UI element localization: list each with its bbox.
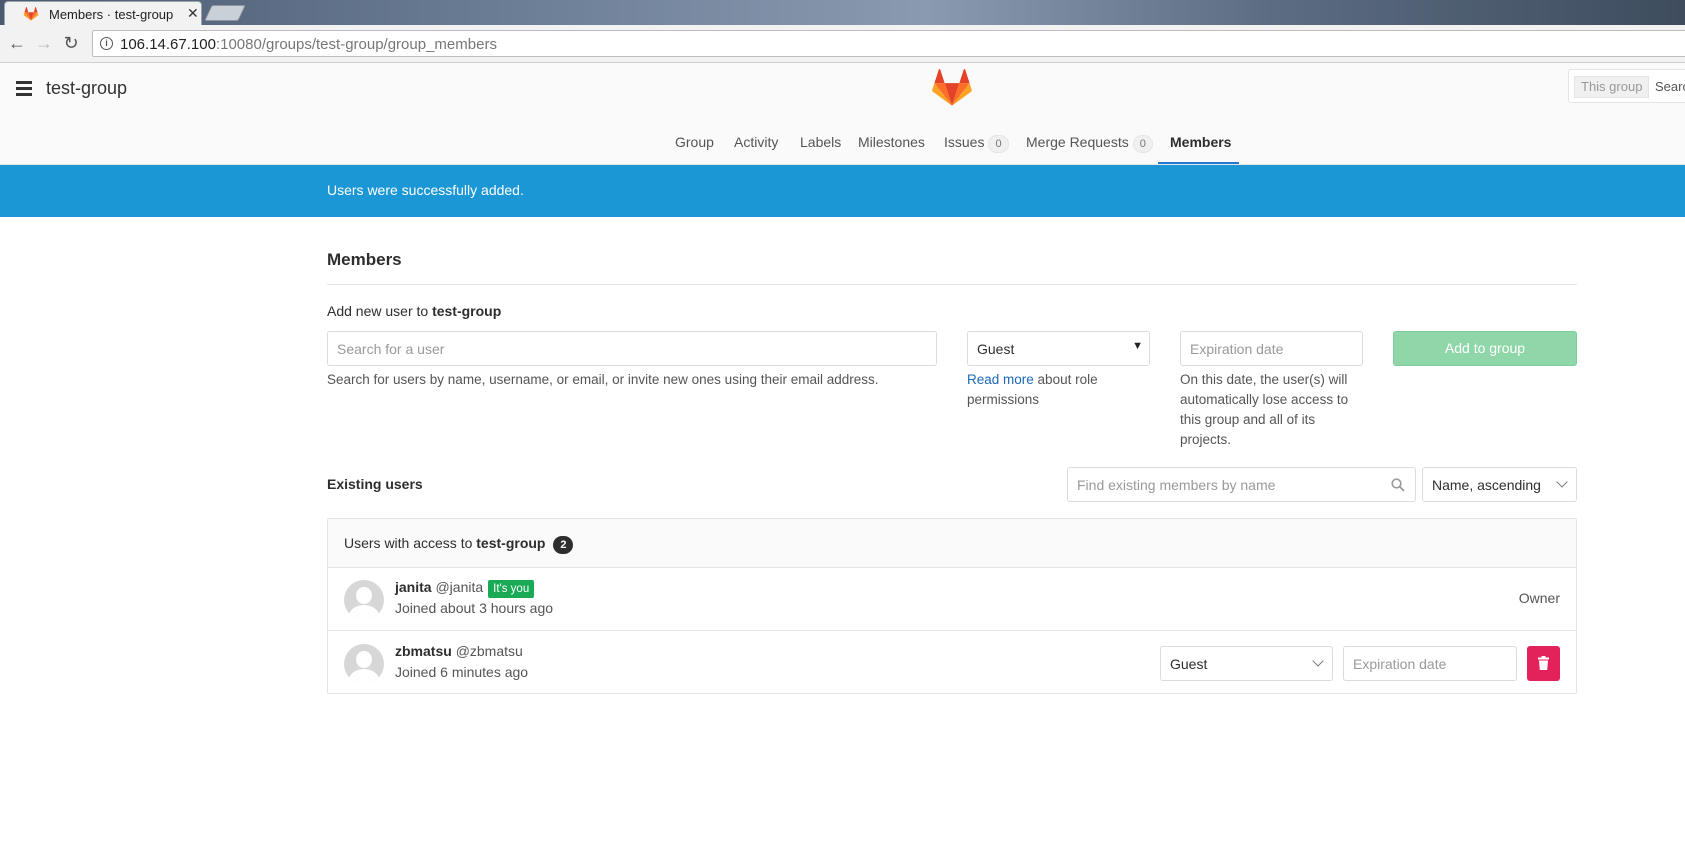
trash-icon — [1538, 656, 1549, 670]
existing-users-label: Existing users — [327, 476, 423, 492]
search-input[interactable]: Search — [1655, 79, 1685, 94]
back-arrow-icon[interactable]: ← — [6, 33, 28, 54]
member-role-select[interactable]: Guest — [1160, 646, 1333, 681]
tab-close-icon[interactable]: ✕ — [187, 5, 199, 22]
browser-tab-strip: Members · test-group · ✕ — [0, 0, 1685, 25]
member-name: janita @janita It's you — [395, 579, 535, 598]
search-icon — [1391, 478, 1405, 492]
flash-message: Users were successfully added. — [327, 182, 524, 198]
member-filter-input[interactable]: Find existing members by name — [1067, 467, 1416, 502]
browser-tab[interactable]: Members · test-group · ✕ — [4, 1, 202, 25]
search-scope-pill[interactable]: This group — [1574, 76, 1650, 98]
address-bar[interactable]: i 106.14.67.100:10080/groups/test-group/… — [92, 30, 1685, 57]
member-row: zbmatsu @zbmatsu Joined 6 minutes ago Gu… — [328, 632, 1576, 695]
members-panel: Users with access to test-group 2 janita … — [327, 518, 1577, 694]
expiration-date-input[interactable]: Expiration date — [1180, 331, 1363, 366]
tab-activity[interactable]: Activity — [734, 134, 778, 150]
browser-tab-title: Members · test-group · — [49, 7, 177, 22]
tab-issues[interactable]: Issues 0 — [944, 134, 1009, 153]
member-name: zbmatsu @zbmatsu — [395, 643, 523, 659]
expiration-help: On this date, the user(s) will automatic… — [1180, 372, 1349, 447]
member-joined: Joined 6 minutes ago — [395, 664, 529, 680]
members-panel-header: Users with access to test-group 2 — [328, 519, 1576, 568]
avatar[interactable] — [344, 644, 384, 684]
tab-labels[interactable]: Labels — [800, 134, 841, 150]
add-to-group-button[interactable]: Add to group — [1393, 331, 1577, 366]
group-title[interactable]: test-group — [46, 78, 127, 99]
reload-icon[interactable]: ↻ — [60, 33, 82, 54]
flash-notice: Users were successfully added. — [0, 165, 1685, 217]
user-search-help: Search for users by name, username, or e… — [327, 372, 879, 387]
active-tab-underline — [1158, 162, 1239, 164]
tab-merge-requests[interactable]: Merge Requests 0 — [1026, 134, 1153, 153]
page-title: Members — [327, 250, 402, 269]
chevron-down-icon — [1556, 476, 1568, 488]
forward-arrow-icon[interactable]: → — [33, 33, 55, 54]
gitlab-logo-icon[interactable] — [932, 69, 972, 107]
merge-requests-count-badge: 0 — [1132, 135, 1153, 153]
role-select[interactable]: Guest ▼ — [967, 331, 1150, 366]
browser-toolbar: ← → ↻ i 106.14.67.100:10080/groups/test-… — [0, 25, 1685, 63]
site-info-icon[interactable]: i — [100, 37, 113, 50]
remove-member-button[interactable] — [1527, 646, 1560, 681]
avatar[interactable] — [344, 580, 384, 620]
member-joined: Joined about 3 hours ago — [395, 600, 554, 616]
member-count-badge: 2 — [553, 536, 574, 554]
header-search[interactable]: This group Search — [1568, 69, 1685, 103]
members-panel-title: Users with access to test-group 2 — [344, 535, 574, 554]
gitlab-header: test-group This group Search Group Activ… — [0, 63, 1685, 165]
gitlab-favicon-icon — [23, 7, 39, 21]
hamburger-menu-icon[interactable] — [16, 81, 32, 96]
role-help: Read more about role permissions — [967, 372, 1098, 407]
group-nav-tabs: Group Activity Labels Milestones Issues 0… — [0, 121, 1685, 165]
tab-milestones[interactable]: Milestones — [858, 134, 925, 150]
sort-dropdown[interactable]: Name, ascending — [1422, 467, 1577, 502]
member-row: janita @janita It's you Joined about 3 ho… — [328, 568, 1576, 631]
chevron-down-icon — [1312, 655, 1324, 667]
title-divider — [327, 284, 1577, 285]
dropdown-caret-icon: ▼ — [1132, 340, 1143, 352]
tab-members[interactable]: Members — [1170, 134, 1231, 150]
member-role: Owner — [1518, 590, 1560, 606]
tab-group[interactable]: Group — [675, 134, 714, 150]
add-user-label: Add new user to test-group — [327, 303, 502, 319]
url-text[interactable]: 106.14.67.100:10080/groups/test-group/gr… — [120, 36, 497, 53]
issues-count-badge: 0 — [988, 135, 1009, 153]
user-search-input[interactable]: Search for a user — [327, 331, 937, 366]
new-tab-button[interactable] — [204, 5, 246, 21]
read-more-link[interactable]: Read more — [967, 372, 1034, 387]
member-expiration-input[interactable]: Expiration date — [1343, 646, 1517, 681]
its-you-badge: It's you — [488, 580, 535, 598]
